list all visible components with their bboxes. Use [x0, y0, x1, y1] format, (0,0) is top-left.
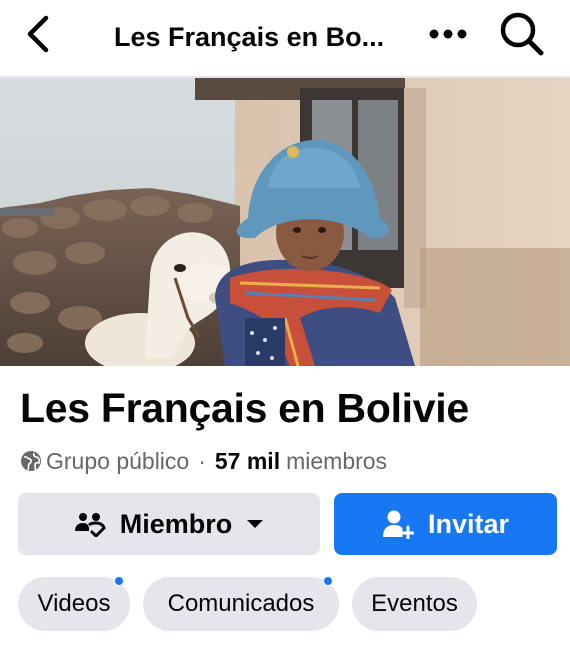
search-button[interactable]: [494, 10, 550, 62]
members-label[interactable]: miembros: [286, 446, 387, 476]
chip-comunicados[interactable]: Comunicados: [143, 576, 339, 631]
search-icon: [499, 11, 545, 62]
member-button[interactable]: Miembro: [18, 493, 320, 555]
members-icon: [74, 511, 106, 537]
member-button-label: Miembro: [119, 508, 233, 539]
caret-down-icon: [246, 518, 264, 530]
separator: ·: [198, 448, 206, 474]
group-meta: Grupo público · 57 mil miembros: [20, 446, 387, 476]
page-title: Les Français en Bo...: [114, 22, 385, 52]
chevron-left-icon: [24, 14, 52, 59]
globe-icon: [20, 450, 42, 472]
top-bar: Les Français en Bo...: [0, 0, 570, 76]
more-options-button[interactable]: [422, 14, 474, 58]
chip-label: Videos: [37, 590, 111, 617]
chip-videos[interactable]: Videos: [18, 576, 130, 631]
add-person-icon: [382, 509, 414, 539]
more-horizontal-icon: [428, 27, 468, 45]
notification-dot-icon: [323, 576, 333, 586]
back-button[interactable]: [14, 12, 62, 60]
chip-label: Comunicados: [167, 590, 315, 617]
cover-photo[interactable]: [0, 78, 570, 366]
member-count[interactable]: 57 mil: [215, 446, 280, 476]
invite-button-label: Invitar: [427, 508, 510, 539]
notification-dot-icon: [114, 576, 124, 586]
invite-button[interactable]: Invitar: [334, 493, 557, 555]
group-name: Les Français en Bolivie: [20, 385, 469, 431]
privacy-label: Grupo público: [46, 448, 190, 474]
chip-label: Eventos: [371, 590, 458, 617]
chip-eventos[interactable]: Eventos: [352, 577, 477, 631]
